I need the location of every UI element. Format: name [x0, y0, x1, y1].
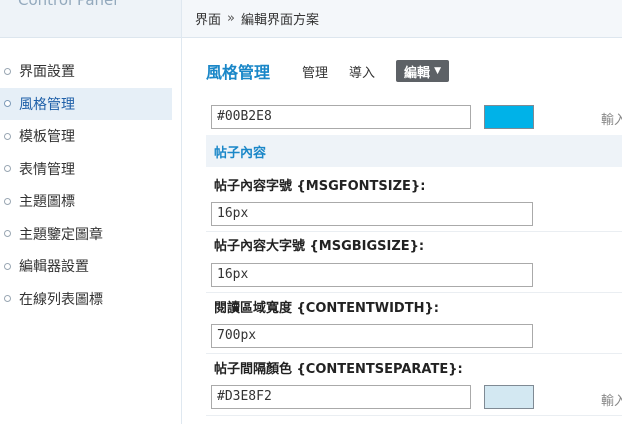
color-value-input[interactable]: #00B2E8: [211, 105, 471, 129]
sidebar-item-label: 界面設置: [19, 64, 75, 81]
msgbigsize-input[interactable]: 16px: [211, 263, 533, 287]
breadcrumb-item-edit-scheme: 編輯界面方案: [240, 13, 319, 28]
section-header-post-content: 帖子內容: [206, 135, 622, 167]
caret-down-icon: ▼: [434, 66, 441, 76]
sidebar-item-thread-icons[interactable]: 主題圖標: [0, 185, 172, 218]
bullet-icon: [4, 230, 11, 238]
breadcrumb-separator: »: [227, 11, 235, 26]
tab-manage[interactable]: 管理: [302, 62, 328, 81]
sidebar: Control Panel 界面設置 風格管理 模板管理 表情管理 主題圖標 主…: [0, 0, 182, 424]
sidebar-item-style-management[interactable]: 風格管理: [0, 87, 172, 120]
contentseparate-color-swatch[interactable]: [484, 385, 534, 409]
bullet-icon: [4, 165, 11, 173]
divider: [206, 231, 622, 232]
control-panel-title: Control Panel: [18, 0, 118, 9]
sidebar-item-label: 表情管理: [19, 161, 75, 178]
contentseparate-input[interactable]: #D3E8F2: [211, 385, 471, 409]
bullet-icon: [4, 100, 11, 108]
sidebar-item-label: 編輯器設置: [19, 259, 89, 276]
side-menu: 界面設置 風格管理 模板管理 表情管理 主題圖標 主題鑒定圖章 編輯器設置 在線…: [0, 55, 172, 315]
sidebar-item-template-management[interactable]: 模板管理: [0, 120, 172, 153]
style-edit-form: #00B2E8 輸入 帖子內容 帖子內容字號 {MSGFONTSIZE}: 16…: [206, 103, 622, 424]
msgfontsize-label: 帖子內容字號 {MSGFONTSIZE}:: [214, 179, 426, 194]
bullet-icon: [4, 67, 11, 75]
sidebar-item-interface-settings[interactable]: 界面設置: [0, 55, 172, 88]
section-header: 風格管理 管理 導入 編輯 ▼: [206, 59, 449, 83]
truncated-input-label: 輸入: [601, 113, 622, 128]
divider: [206, 353, 622, 354]
sidebar-header: Control Panel: [0, 0, 181, 38]
tab-edit[interactable]: 編輯 ▼: [396, 60, 449, 82]
contentwidth-input[interactable]: 700px: [211, 324, 533, 348]
page-title: 風格管理: [206, 63, 271, 82]
divider: [206, 415, 622, 416]
sidebar-item-label: 主題圖標: [19, 194, 75, 211]
bullet-icon: [4, 197, 11, 205]
sidebar-item-label: 在線列表圖標: [19, 291, 103, 308]
color-swatch[interactable]: [484, 105, 534, 129]
main-content: 風格管理 管理 導入 編輯 ▼ #00B2E8 輸入 帖子內容 帖子內容字號 {…: [182, 39, 622, 424]
tab-import[interactable]: 導入: [349, 62, 375, 81]
contentseparate-label: 帖子間隔顏色 {CONTENTSEPARATE}:: [214, 362, 463, 377]
contentwidth-label: 閱讀區域寬度 {CONTENTWIDTH}:: [214, 301, 439, 316]
sidebar-item-label: 主題鑒定圖章: [19, 226, 103, 243]
divider: [206, 292, 622, 293]
msgbigsize-label: 帖子內容大字號 {MSGBIGSIZE}:: [214, 239, 425, 254]
sidebar-item-online-list-icons[interactable]: 在線列表圖標: [0, 283, 172, 316]
bullet-icon: [4, 132, 11, 140]
breadcrumb-item-interface[interactable]: 界面: [195, 9, 221, 28]
sidebar-item-editor-settings[interactable]: 編輯器設置: [0, 250, 172, 283]
sidebar-item-label: 模板管理: [19, 129, 75, 146]
sidebar-item-emoticon-management[interactable]: 表情管理: [0, 153, 172, 186]
bullet-icon: [4, 262, 11, 270]
truncated-input-label: 輸入: [601, 394, 622, 409]
msgfontsize-input[interactable]: 16px: [211, 202, 533, 226]
tab-edit-label: 編輯: [404, 65, 431, 81]
sidebar-item-label: 風格管理: [19, 96, 75, 113]
sidebar-item-thread-stamps[interactable]: 主題鑒定圖章: [0, 218, 172, 251]
breadcrumb: 界面 » 編輯界面方案: [182, 0, 622, 38]
bullet-icon: [4, 295, 11, 303]
